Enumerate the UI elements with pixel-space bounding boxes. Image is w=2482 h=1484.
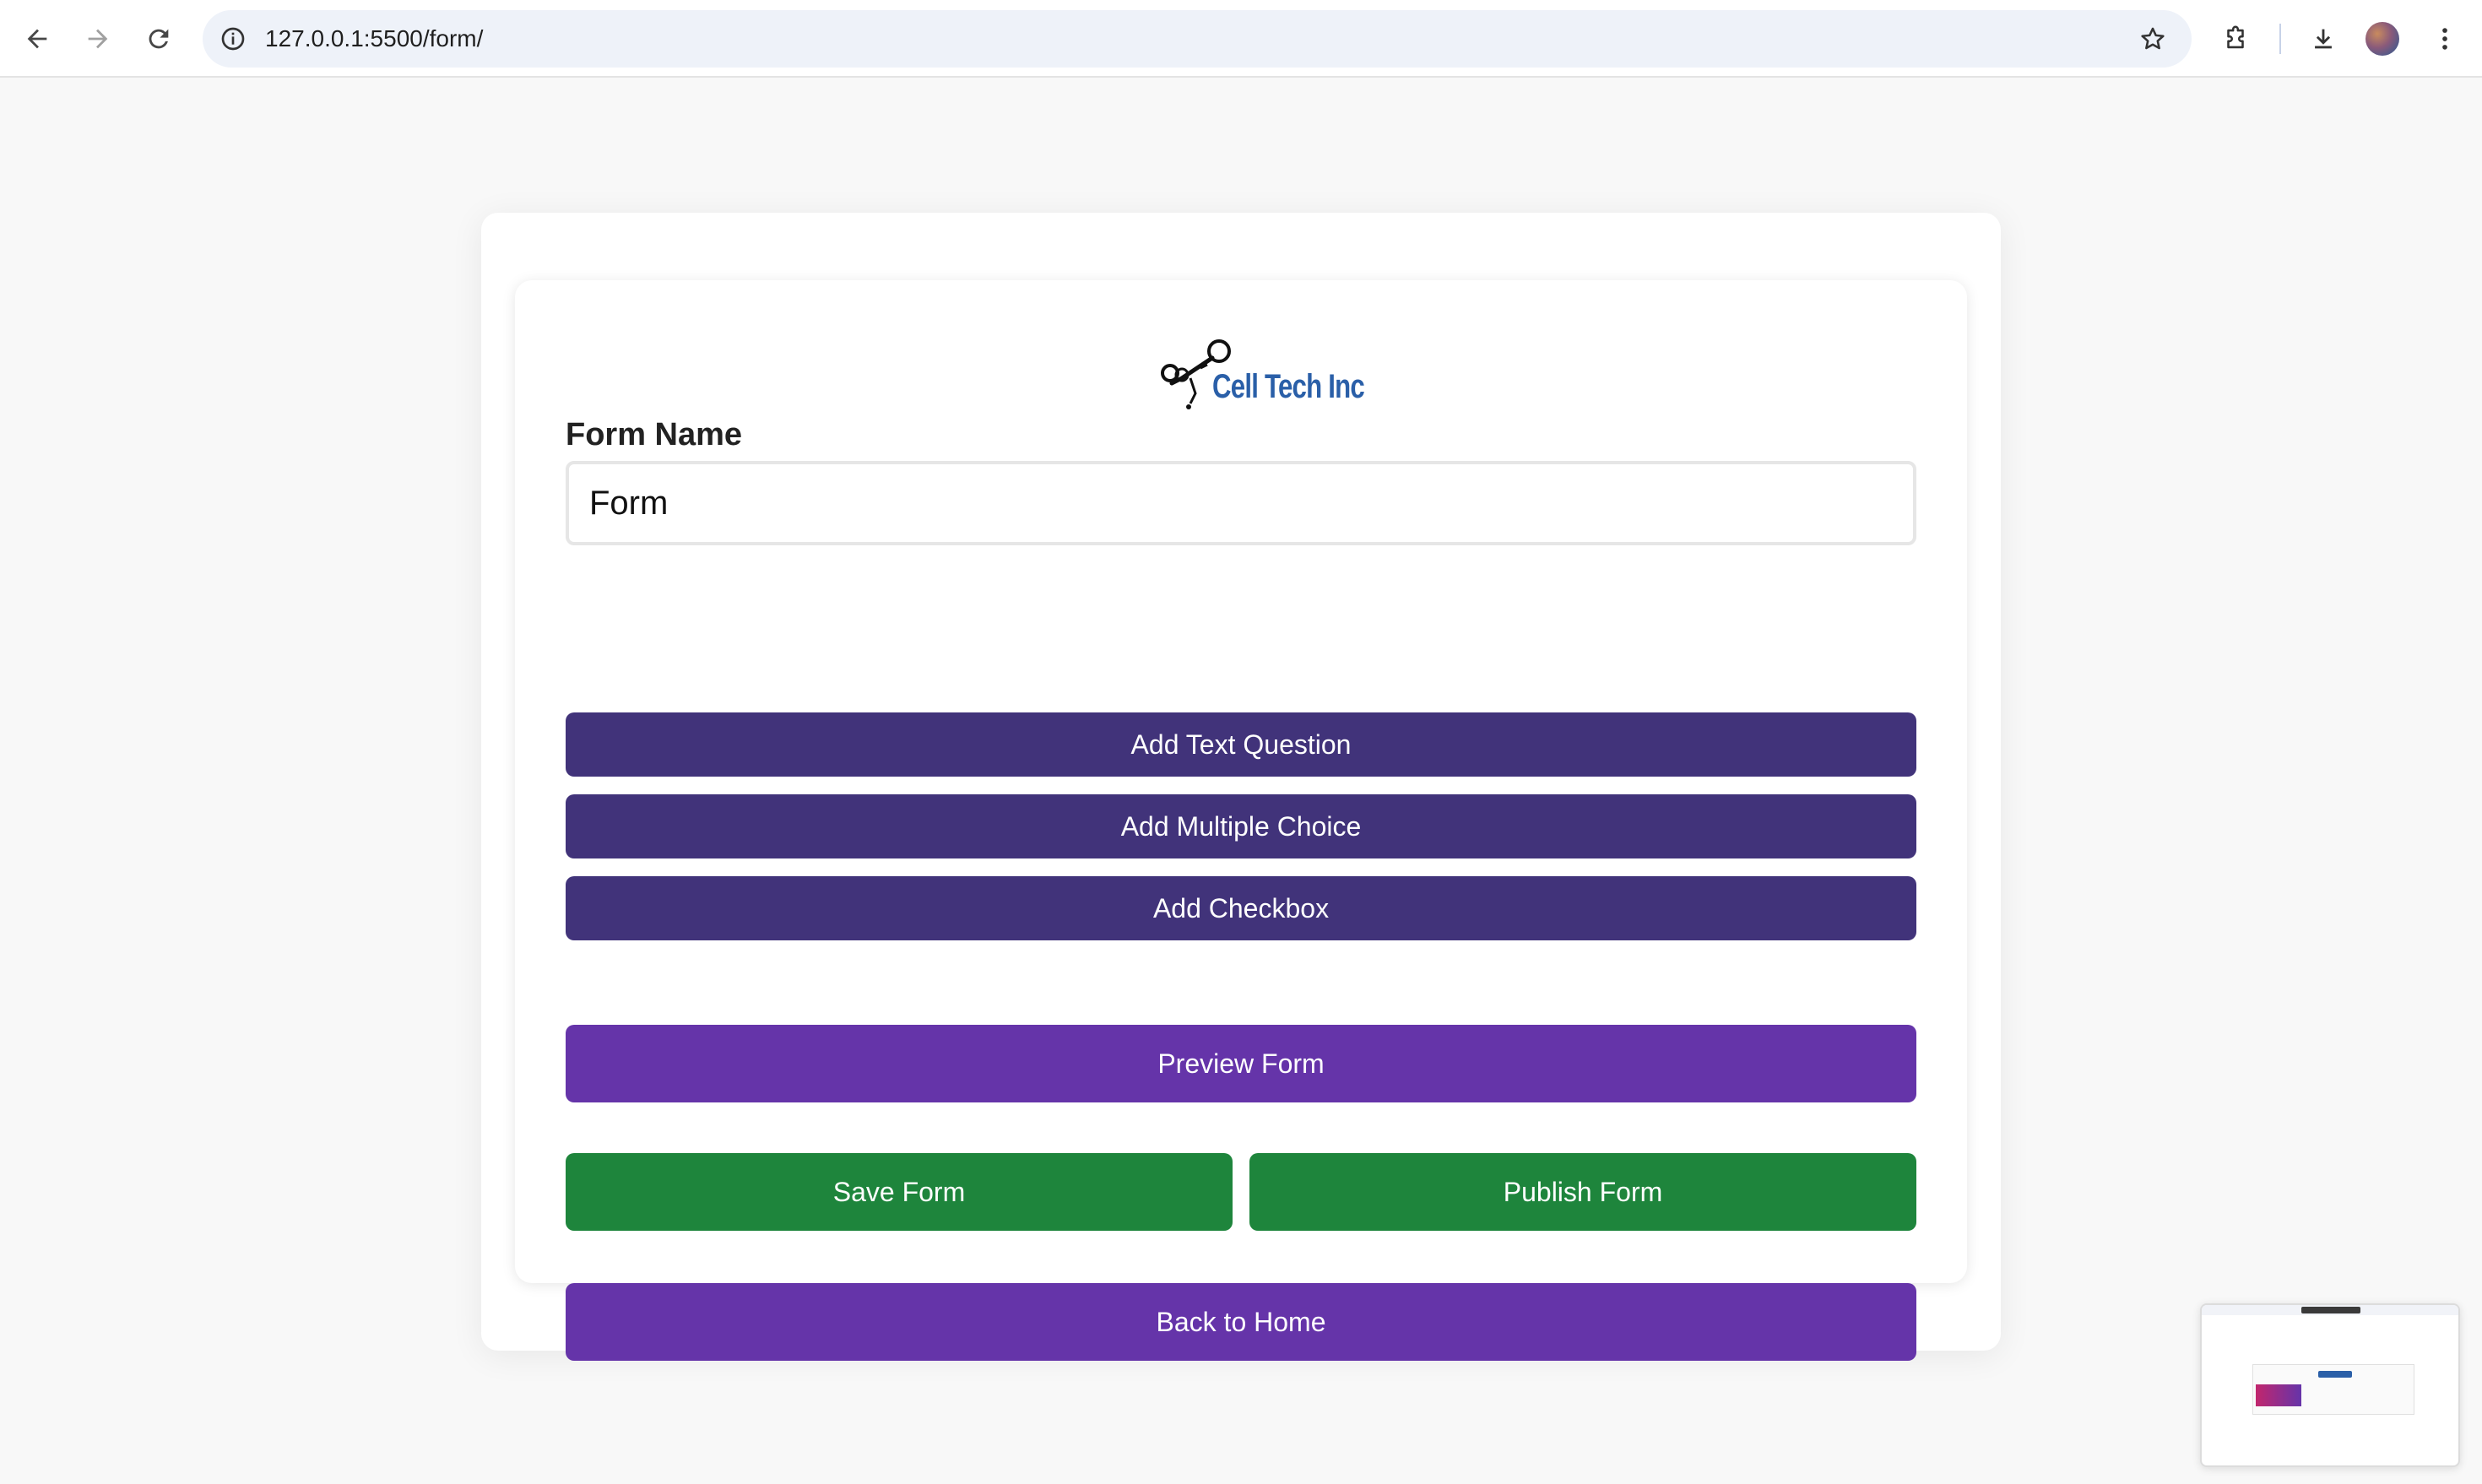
reload-button[interactable] (135, 15, 182, 62)
browser-toolbar: 127.0.0.1:5500/form/ (0, 0, 2482, 78)
profile-avatar[interactable] (2365, 22, 2399, 56)
forward-button[interactable] (74, 15, 122, 62)
reload-icon (149, 29, 169, 49)
download-icon (2315, 29, 2332, 49)
star-icon (2141, 27, 2165, 50)
publish-form-button[interactable]: Publish Form (1249, 1153, 1916, 1231)
url-text[interactable]: 127.0.0.1:5500/form/ (265, 10, 483, 68)
back-button[interactable] (14, 15, 61, 62)
thumbnail-logo (2318, 1371, 2352, 1378)
form-builder-card: Cell Tech Inc Form Name Add Text Questio… (515, 280, 1967, 1361)
add-text-question-button[interactable]: Add Text Question (566, 712, 1916, 777)
info-icon (221, 27, 245, 51)
preview-form-button[interactable]: Preview Form (566, 1025, 1916, 1102)
logo-text: Cell Tech Inc (1212, 368, 1365, 405)
site-info-button[interactable] (213, 19, 253, 59)
arrow-left-icon (27, 29, 47, 49)
puzzle-icon (2227, 25, 2244, 49)
screenshot-thumbnail[interactable] (2200, 1303, 2460, 1467)
thumbnail-tab (2301, 1307, 2360, 1313)
form-builder-container: Cell Tech Inc Form Name Add Text Questio… (481, 213, 2001, 1361)
browser-menu-button[interactable] (2421, 15, 2468, 62)
add-checkbox-button[interactable]: Add Checkbox (566, 876, 1916, 940)
bookmark-button[interactable] (2134, 20, 2171, 57)
form-name-input[interactable] (566, 461, 1916, 545)
thumbnail-button (2256, 1384, 2301, 1406)
toolbar-divider (2279, 24, 2281, 54)
address-bar[interactable]: 127.0.0.1:5500/form/ (203, 10, 2192, 68)
downloads-button[interactable] (2300, 15, 2347, 62)
add-multiple-choice-button[interactable]: Add Multiple Choice (566, 794, 1916, 858)
back-to-home-button[interactable]: Back to Home (566, 1283, 1916, 1361)
company-logo: Cell Tech Inc (1157, 331, 1365, 424)
save-form-button[interactable]: Save Form (566, 1153, 1233, 1231)
form-name-label: Form Name (566, 417, 743, 452)
kebab-menu-icon (2442, 28, 2447, 50)
arrow-right-icon (88, 29, 108, 49)
extensions-button[interactable] (2212, 15, 2259, 62)
